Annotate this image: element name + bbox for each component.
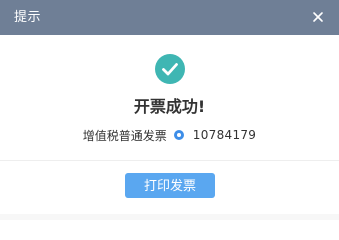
- invoice-success-dialog: 提示 开票成功! 增值税普通发票 10784179 打印发票: [0, 0, 339, 220]
- success-heading: 开票成功!: [133, 97, 206, 116]
- invoice-info-row: 增值税普通发票 10784179: [0, 126, 339, 144]
- divider: [0, 160, 339, 161]
- close-icon[interactable]: [309, 8, 327, 26]
- dialog-title: 提示: [14, 10, 42, 25]
- invoice-number: 10784179: [192, 128, 257, 142]
- dialog-bottom-edge: [0, 214, 339, 220]
- check-circle-icon: [155, 54, 185, 84]
- print-invoice-button[interactable]: 打印发票: [125, 173, 215, 198]
- invoice-type-label: 增值税普通发票: [82, 128, 167, 143]
- dialog-titlebar: 提示: [0, 0, 339, 35]
- dot-icon: [173, 130, 184, 140]
